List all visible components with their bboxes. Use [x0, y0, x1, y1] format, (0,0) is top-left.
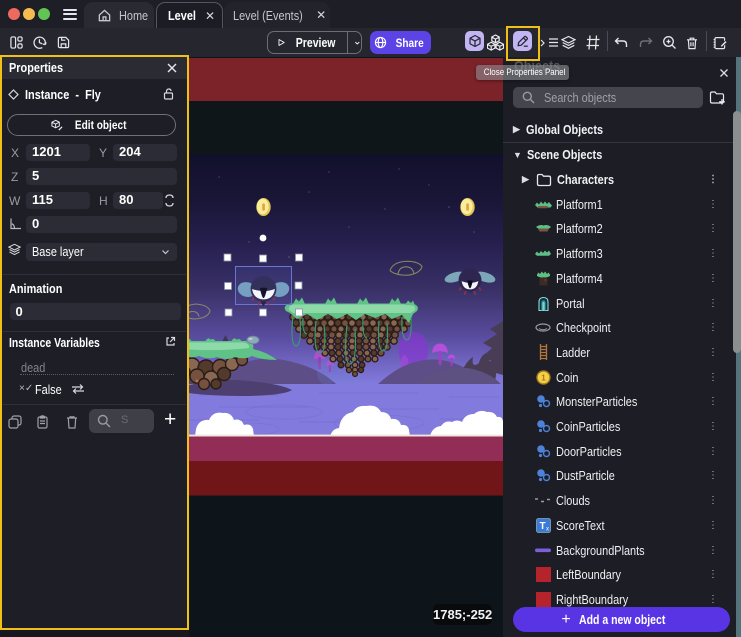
- svg-text:x: x: [546, 526, 549, 532]
- svg-text:1: 1: [541, 373, 546, 382]
- svg-text:T: T: [539, 521, 545, 532]
